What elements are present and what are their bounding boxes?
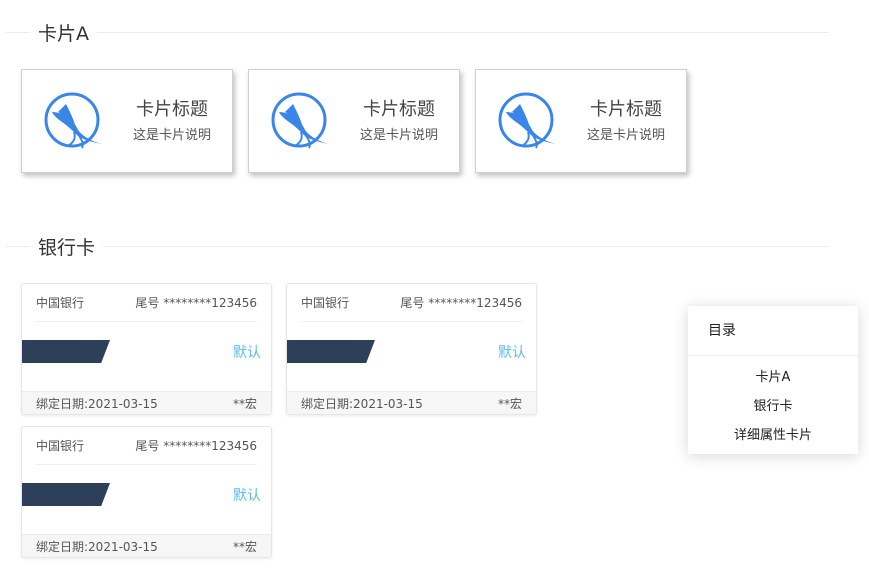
toc-item-card-a[interactable]: 卡片A xyxy=(688,363,858,392)
card-band xyxy=(22,483,110,506)
toc-title: 目录 xyxy=(688,306,858,356)
toc-panel: 目录 卡片A 银行卡 详细属性卡片 xyxy=(688,306,858,454)
default-label: 默认 xyxy=(233,488,261,504)
divider xyxy=(97,31,829,33)
divider xyxy=(6,31,30,33)
section-label: 卡片A xyxy=(38,22,89,45)
card-tail-number: 尾号 ********123456 xyxy=(135,296,257,310)
divider xyxy=(6,245,30,247)
card-desc: 这是卡片说明 xyxy=(586,128,665,143)
bank-card-footer: 绑定日期:2021-03-15 **宏 xyxy=(287,391,536,414)
toc-list: 卡片A 银行卡 详细属性卡片 xyxy=(688,356,858,450)
card-a-text: 卡片标题 这是卡片说明 xyxy=(580,98,672,146)
card-desc: 这是卡片说明 xyxy=(359,128,438,143)
toc-item-detail-card[interactable]: 详细属性卡片 xyxy=(688,421,858,450)
bank-card[interactable]: 中国银行 尾号 ********123456 默认 绑定日期:2021-03-1… xyxy=(21,426,272,558)
page: 卡片A 卡片标题 这是卡片说明 卡片标题 这是卡片说明 卡片标题 这是卡片说明 … xyxy=(0,0,869,569)
card-title: 卡片标题 xyxy=(363,99,435,120)
toc-item-bank-card[interactable]: 银行卡 xyxy=(688,392,858,421)
bank-card-footer: 绑定日期:2021-03-15 **宏 xyxy=(22,534,271,557)
section-title-card-a: 卡片A xyxy=(6,20,829,45)
default-label: 默认 xyxy=(233,345,261,361)
card-owner: **宏 xyxy=(232,396,257,411)
bind-date: 绑定日期:2021-03-15 xyxy=(36,396,158,411)
card-a-text: 卡片标题 这是卡片说明 xyxy=(126,98,218,146)
bank-card-header: 中国银行 尾号 ********123456 xyxy=(301,284,522,322)
bank-card-footer: 绑定日期:2021-03-15 **宏 xyxy=(22,391,271,414)
card-band xyxy=(22,340,110,363)
bank-name: 中国银行 xyxy=(36,439,85,453)
section-title-bank-card: 银行卡 xyxy=(6,234,829,259)
bird-logo-icon xyxy=(271,92,329,149)
card-tail-number: 尾号 ********123456 xyxy=(400,296,522,310)
card-a[interactable]: 卡片标题 这是卡片说明 xyxy=(248,69,460,173)
bank-name: 中国银行 xyxy=(36,296,85,310)
bank-name: 中国银行 xyxy=(301,296,350,310)
card-a[interactable]: 卡片标题 这是卡片说明 xyxy=(475,69,687,173)
bank-card[interactable]: 中国银行 尾号 ********123456 默认 绑定日期:2021-03-1… xyxy=(21,283,272,415)
bank-card-header: 中国银行 尾号 ********123456 xyxy=(36,427,257,465)
card-a-text: 卡片标题 这是卡片说明 xyxy=(353,98,445,146)
section-label: 银行卡 xyxy=(38,236,96,259)
card-owner: **宏 xyxy=(232,539,257,554)
card-title: 卡片标题 xyxy=(136,99,208,120)
default-label: 默认 xyxy=(498,345,526,361)
bank-card[interactable]: 中国银行 尾号 ********123456 默认 绑定日期:2021-03-1… xyxy=(286,283,537,415)
bank-card-header: 中国银行 尾号 ********123456 xyxy=(36,284,257,322)
bird-logo-icon xyxy=(44,92,102,149)
card-a[interactable]: 卡片标题 这是卡片说明 xyxy=(21,69,233,173)
card-title: 卡片标题 xyxy=(590,99,662,120)
card-owner: **宏 xyxy=(497,396,522,411)
card-desc: 这是卡片说明 xyxy=(132,128,211,143)
card-band xyxy=(287,340,375,363)
divider xyxy=(103,245,829,247)
card-tail-number: 尾号 ********123456 xyxy=(135,439,257,453)
bind-date: 绑定日期:2021-03-15 xyxy=(301,396,423,411)
bird-logo-icon xyxy=(498,92,556,149)
bind-date: 绑定日期:2021-03-15 xyxy=(36,539,158,554)
